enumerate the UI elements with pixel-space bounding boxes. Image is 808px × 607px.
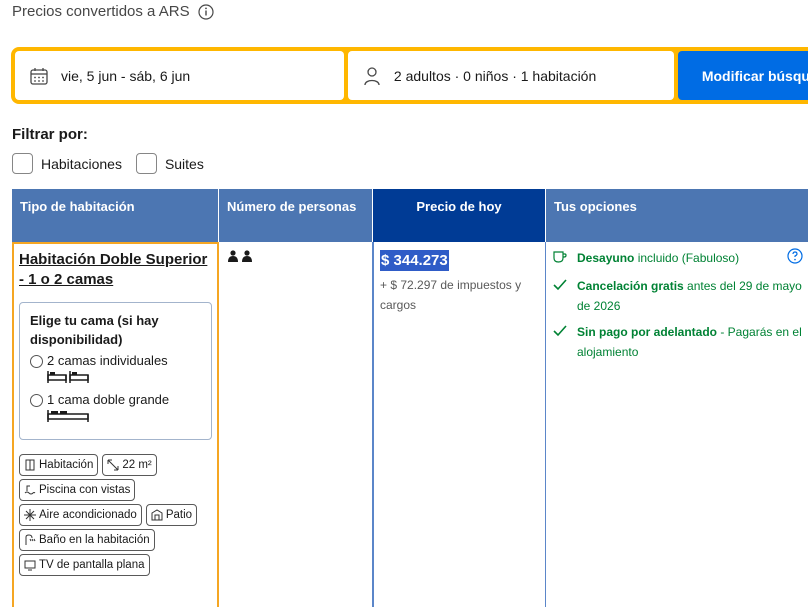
date-picker[interactable]: vie, 5 jun - sáb, 6 jun <box>15 51 344 100</box>
check-icon <box>553 276 569 316</box>
option-cancellation: Cancelación gratis antes del 29 de mayo … <box>553 276 804 316</box>
amenity-label: Baño en la habitación <box>39 534 150 546</box>
filter-rooms[interactable]: Habitaciones <box>12 153 122 174</box>
option-breakfast-bold: Desayuno <box>577 251 635 265</box>
two-persons-icon <box>227 250 364 262</box>
price-taxes: + $ 72.297 de impuestos y cargos <box>380 278 522 312</box>
bed-option-twin-label: 2 camas individuales <box>47 353 168 368</box>
rooms-table: Tipo de habitación Número de personas Pr… <box>12 189 808 607</box>
amenity-chip: TV de pantalla plana <box>19 554 150 576</box>
amenity-label: Aire acondicionado <box>39 509 137 521</box>
amenity-chip: Aire acondicionado <box>19 504 142 526</box>
amenity-label: 22 m² <box>122 459 152 471</box>
amenity-label: Piscina con vistas <box>39 484 131 496</box>
check-icon <box>553 322 569 362</box>
table-header: Tipo de habitación Número de personas Pr… <box>12 189 808 242</box>
bed-choice-box: Elige tu cama (si hay disponibilidad) 2 … <box>19 302 212 440</box>
amenity-label: TV de pantalla plana <box>39 559 145 571</box>
bed-option-double-label: 1 cama doble grande <box>47 392 170 407</box>
size-icon <box>107 459 119 471</box>
amenity-chip: Patio <box>145 504 198 526</box>
person-icon <box>364 66 380 85</box>
filter-title: Filtrar por: <box>12 126 88 143</box>
price-amount: $ 344.273 <box>380 250 449 271</box>
filter-suites-label: Suites <box>164 155 204 172</box>
room-name-link[interactable]: Habitación Doble Superior - 1 o 2 camas <box>19 250 212 290</box>
amenity-label: Habitación <box>39 459 94 471</box>
option-breakfast-rest: incluido (Fabuloso) <box>634 251 740 265</box>
amenity-chip: Baño en la habitación <box>19 529 155 551</box>
option-cancellation-bold: Cancelación gratis <box>577 279 684 293</box>
option-no-prepayment-bold: Sin pago por adelantado <box>577 325 718 339</box>
door-icon <box>25 459 35 471</box>
pool-icon <box>24 485 36 495</box>
filter-rooms-label: Habitaciones <box>41 155 122 172</box>
option-no-prepayment: Sin pago por adelantado - Pagarás en el … <box>553 322 804 362</box>
bed-option-twin-radio[interactable] <box>30 355 43 368</box>
amenity-chip: 22 m² <box>102 454 157 476</box>
info-icon[interactable] <box>197 3 214 20</box>
search-bar: vie, 5 jun - sáb, 6 jun 2 adultos · 0 ni… <box>11 47 808 104</box>
tv-icon <box>24 560 36 571</box>
options-cell: Desayuno incluido (Fabuloso) Cancelación… <box>546 242 808 607</box>
option-breakfast: Desayuno incluido (Fabuloso) <box>553 248 804 270</box>
modify-search-button[interactable]: Modificar búsqueda <box>677 51 808 100</box>
question-icon[interactable] <box>787 248 803 264</box>
persons-cell <box>219 242 373 607</box>
guests-value: 2 adultos · 0 niños · 1 habitación <box>393 67 597 84</box>
table-row: Habitación Doble Superior - 1 o 2 camas … <box>12 242 808 607</box>
double-bed-icon <box>47 407 201 427</box>
single-beds-icon <box>47 368 201 388</box>
bed-option-double-radio[interactable] <box>30 394 43 407</box>
currency-note: Precios convertidos a ARS <box>12 3 214 20</box>
header-persons: Número de personas <box>219 189 373 242</box>
amenities-list: Habitación 22 m² Piscina con vistas Aire… <box>19 454 212 576</box>
room-type-cell: Habitación Doble Superior - 1 o 2 camas … <box>12 242 219 607</box>
filter-suites-checkbox[interactable] <box>135 153 157 174</box>
patio-icon <box>151 509 163 521</box>
amenity-chip: Piscina con vistas <box>19 479 136 501</box>
bed-option-double[interactable]: 1 cama doble grande <box>30 392 201 407</box>
amenity-chip: Habitación <box>19 454 99 476</box>
header-options: Tus opciones <box>546 189 808 242</box>
guests-picker[interactable]: 2 adultos · 0 niños · 1 habitación <box>347 51 674 100</box>
date-value: vie, 5 jun - sáb, 6 jun <box>61 67 191 84</box>
bed-option-twin[interactable]: 2 camas individuales <box>30 353 201 368</box>
filter-suites[interactable]: Suites <box>135 153 204 174</box>
header-room-type: Tipo de habitación <box>12 189 219 242</box>
snowflake-icon <box>24 509 36 521</box>
filter-options: Habitaciones Suites <box>12 153 204 174</box>
coffee-icon <box>553 248 569 270</box>
calendar-icon <box>30 67 48 85</box>
amenity-label: Patio <box>165 509 193 521</box>
bed-choice-title: Elige tu cama (si hay disponibilidad) <box>30 313 159 347</box>
price-cell: $ 344.273 + $ 72.297 de impuestos y carg… <box>373 242 546 607</box>
currency-note-text: Precios convertidos a ARS <box>12 3 190 20</box>
header-price: Precio de hoy <box>373 189 546 242</box>
shower-icon <box>25 534 36 545</box>
filter-rooms-checkbox[interactable] <box>12 153 33 174</box>
